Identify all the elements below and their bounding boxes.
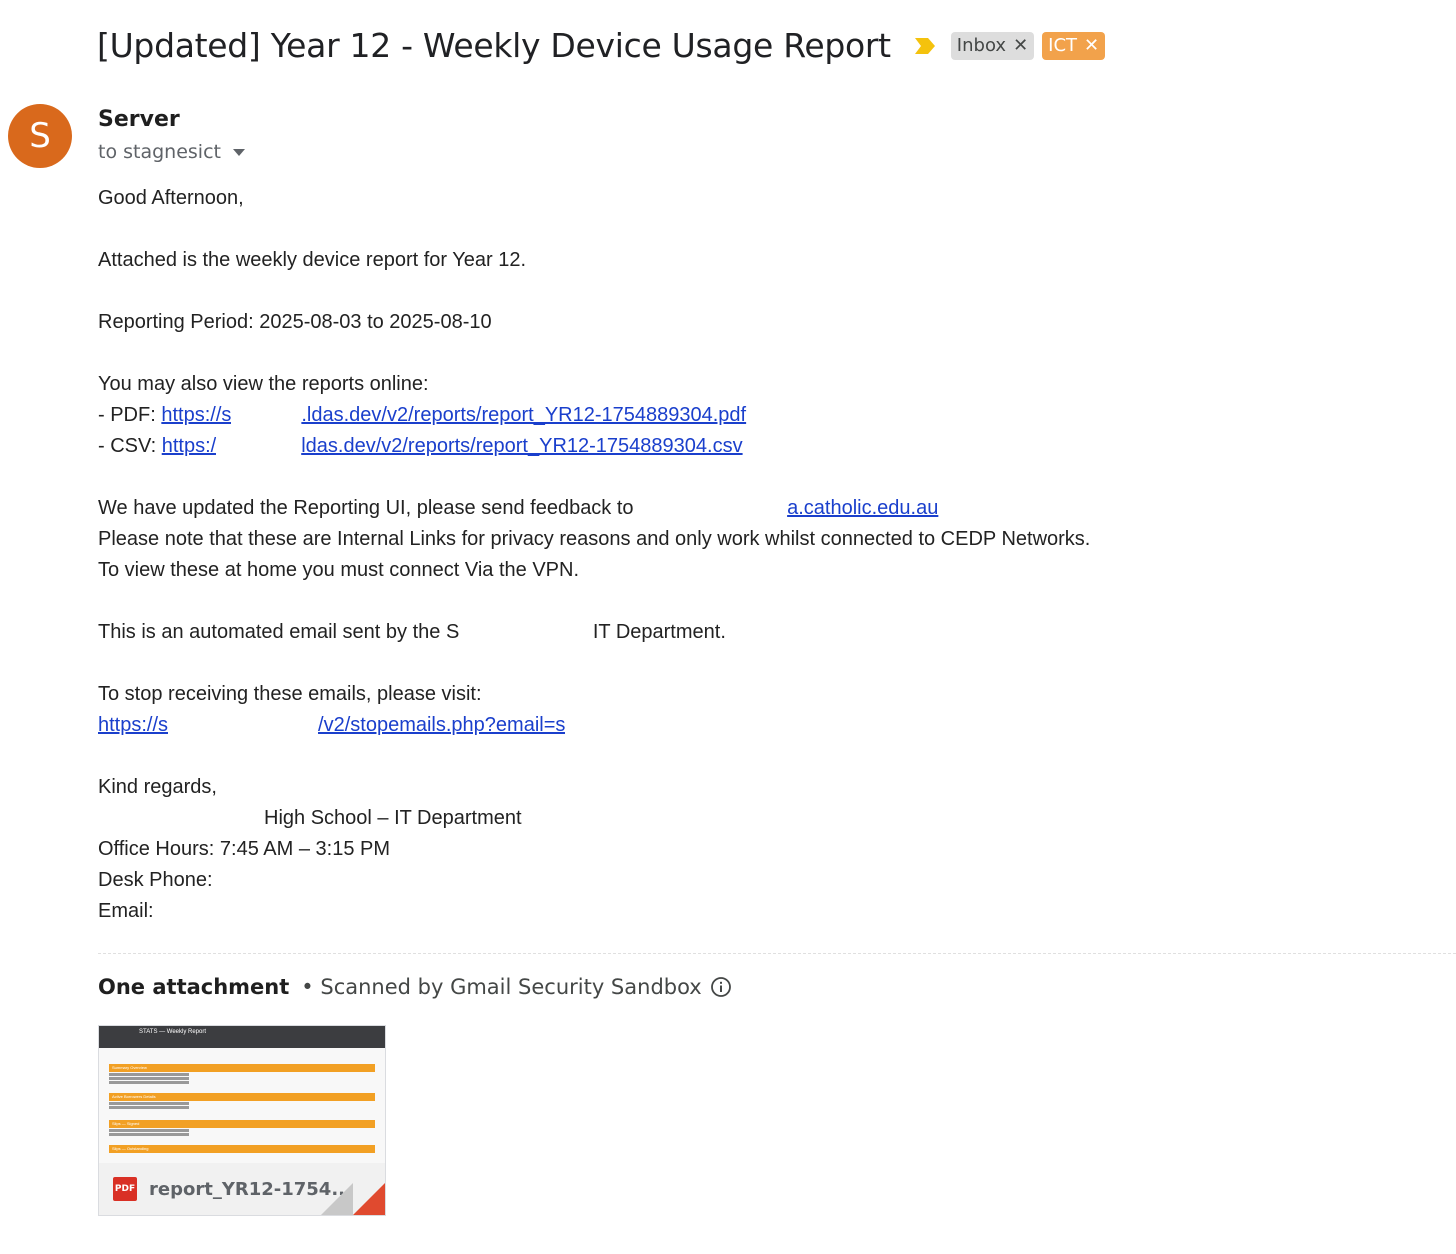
- feedback-text: We have updated the Reporting UI, please…: [98, 497, 640, 519]
- info-icon[interactable]: [710, 976, 732, 998]
- remove-label-inbox-icon[interactable]: ✕: [1013, 35, 1028, 56]
- csv-report-link[interactable]: https:/ldas.dev/v2/reports/report_YR12-1…: [162, 433, 743, 460]
- scan-status: • Scanned by Gmail Security Sandbox: [301, 975, 702, 999]
- note-vpn: To view these at home you must connect V…: [98, 559, 579, 581]
- subject-row: [Updated] Year 12 - Weekly Device Usage …: [97, 26, 1106, 65]
- preview-section-bar: Active Borrowers Details: [109, 1093, 375, 1101]
- sender-avatar[interactable]: S: [8, 104, 72, 168]
- csv-line: - CSV: https:/ldas.dev/v2/reports/report…: [98, 431, 1090, 462]
- importance-marker-icon[interactable]: [913, 36, 937, 56]
- signature-school: High School – IT Department: [98, 803, 1090, 834]
- page-fold-corner: [353, 1183, 385, 1215]
- automated-line: This is an automated email sent by the S…: [98, 617, 1090, 648]
- preview-section-bar: Slips — Outstanding: [109, 1145, 375, 1153]
- intro-text: Attached is the weekly device report for…: [98, 249, 527, 271]
- email-body: Good Afternoon, Attached is the weekly d…: [98, 183, 1090, 927]
- pdf-report-link[interactable]: https://s .ldas.dev/v2/reports/report_YR1…: [161, 402, 746, 429]
- show-details-chevron-down-icon[interactable]: [232, 148, 245, 156]
- pdf-file-icon: PDF: [113, 1177, 137, 1201]
- recipient-text: to stagnesict: [98, 141, 221, 163]
- attachment-count: One attachment: [98, 975, 290, 999]
- note-internal-links: Please note that these are Internal Link…: [98, 528, 1091, 550]
- pdf-prefix: - PDF:: [98, 404, 162, 426]
- greeting: Good Afternoon,: [98, 187, 244, 209]
- attachment-card[interactable]: STATS — Weekly Report Summary Overview A…: [98, 1025, 386, 1216]
- attachments-header: One attachment • Scanned by Gmail Securi…: [98, 975, 732, 999]
- divider: [98, 953, 1456, 954]
- feedback-line: We have updated the Reporting UI, please…: [98, 493, 1090, 524]
- recipient-row: to stagnesict: [98, 141, 245, 163]
- signature-email: Email:: [98, 896, 1090, 927]
- pdf-line: - PDF: https://s .ldas.dev/v2/reports/rep…: [98, 400, 1090, 431]
- page-fold-shadow: [321, 1183, 353, 1215]
- stop-emails-link[interactable]: https://s/v2/stopemails.php?email=s: [98, 712, 896, 739]
- csv-prefix: - CSV:: [98, 435, 162, 457]
- stop-intro: To stop receiving these emails, please v…: [98, 683, 482, 705]
- sender-name[interactable]: Server: [98, 107, 180, 132]
- office-hours: Office Hours: 7:45 AM – 3:15 PM: [98, 838, 390, 860]
- remove-label-ict-icon[interactable]: ✕: [1084, 35, 1099, 56]
- label-ict-text: ICT: [1048, 35, 1078, 56]
- closing: Kind regards,: [98, 776, 217, 798]
- avatar-letter: S: [29, 116, 51, 156]
- reporting-period: Reporting Period: 2025-08-03 to 2025-08-…: [98, 311, 492, 333]
- preview-section-bar: Slips — Signed: [109, 1120, 375, 1128]
- online-intro: You may also view the reports online:: [98, 373, 429, 395]
- label-inbox: Inbox ✕: [950, 31, 1035, 60]
- preview-section-bar: Summary Overview: [109, 1064, 375, 1072]
- label-ict: ICT ✕: [1042, 31, 1106, 60]
- attachment-preview-header: STATS — Weekly Report: [99, 1026, 385, 1048]
- attachment-footer: PDF report_YR12-1754...: [99, 1163, 385, 1215]
- label-inbox-text: Inbox: [956, 35, 1007, 56]
- desk-phone: Desk Phone:: [98, 865, 1090, 896]
- stop-line: https://s/v2/stopemails.php?email=s: [98, 710, 1090, 741]
- email-subject: [Updated] Year 12 - Weekly Device Usage …: [97, 26, 891, 65]
- feedback-email-link[interactable]: a.catholic.edu.au: [639, 495, 938, 522]
